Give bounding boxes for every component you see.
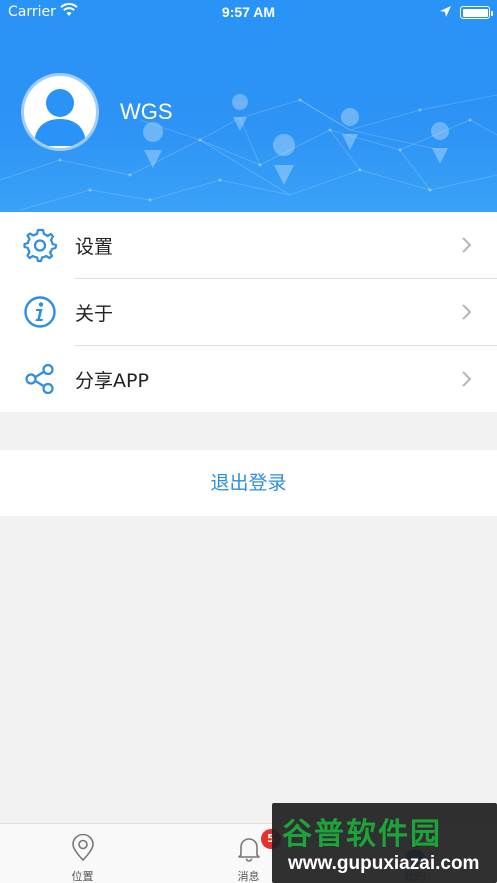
menu-item-share-app[interactable]: 分享APP xyxy=(0,346,497,412)
user-silhouette-icon xyxy=(34,89,86,146)
battery-icon xyxy=(460,6,493,19)
profile-header: Carrier 9:57 AM WGS xyxy=(0,0,497,212)
bell-icon xyxy=(237,838,260,862)
menu-item-about[interactable]: 关于 xyxy=(0,279,497,345)
share-icon xyxy=(25,363,54,395)
clock: 9:57 AM xyxy=(221,4,276,20)
chevron-right-icon xyxy=(462,371,472,387)
watermark-url: www.gupuxiazai.com xyxy=(288,853,480,874)
tab-label: 位置 xyxy=(71,870,94,883)
status-bar: Carrier 9:57 AM xyxy=(0,0,497,26)
settings-menu: 设置 关于 分享APP xyxy=(0,212,497,412)
info-icon xyxy=(24,296,56,328)
gear-icon xyxy=(23,228,58,263)
avatar[interactable] xyxy=(21,73,99,151)
chevron-right-icon xyxy=(462,304,472,320)
menu-item-settings[interactable]: 设置 xyxy=(0,212,497,278)
menu-item-label: 分享APP xyxy=(75,370,149,392)
tab-location[interactable]: 位置 xyxy=(0,824,165,883)
logout-button[interactable]: 退出登录 xyxy=(0,450,497,516)
watermark-title: 谷普软件园 xyxy=(282,817,442,852)
menu-item-label: 设置 xyxy=(75,236,114,258)
location-arrow-icon xyxy=(440,6,451,17)
menu-item-label: 关于 xyxy=(75,303,114,325)
location-pin-icon xyxy=(71,834,94,862)
watermark: 谷普软件园 www.gupuxiazai.com xyxy=(272,803,497,883)
username: WGS xyxy=(120,99,173,124)
chevron-right-icon xyxy=(462,237,472,253)
